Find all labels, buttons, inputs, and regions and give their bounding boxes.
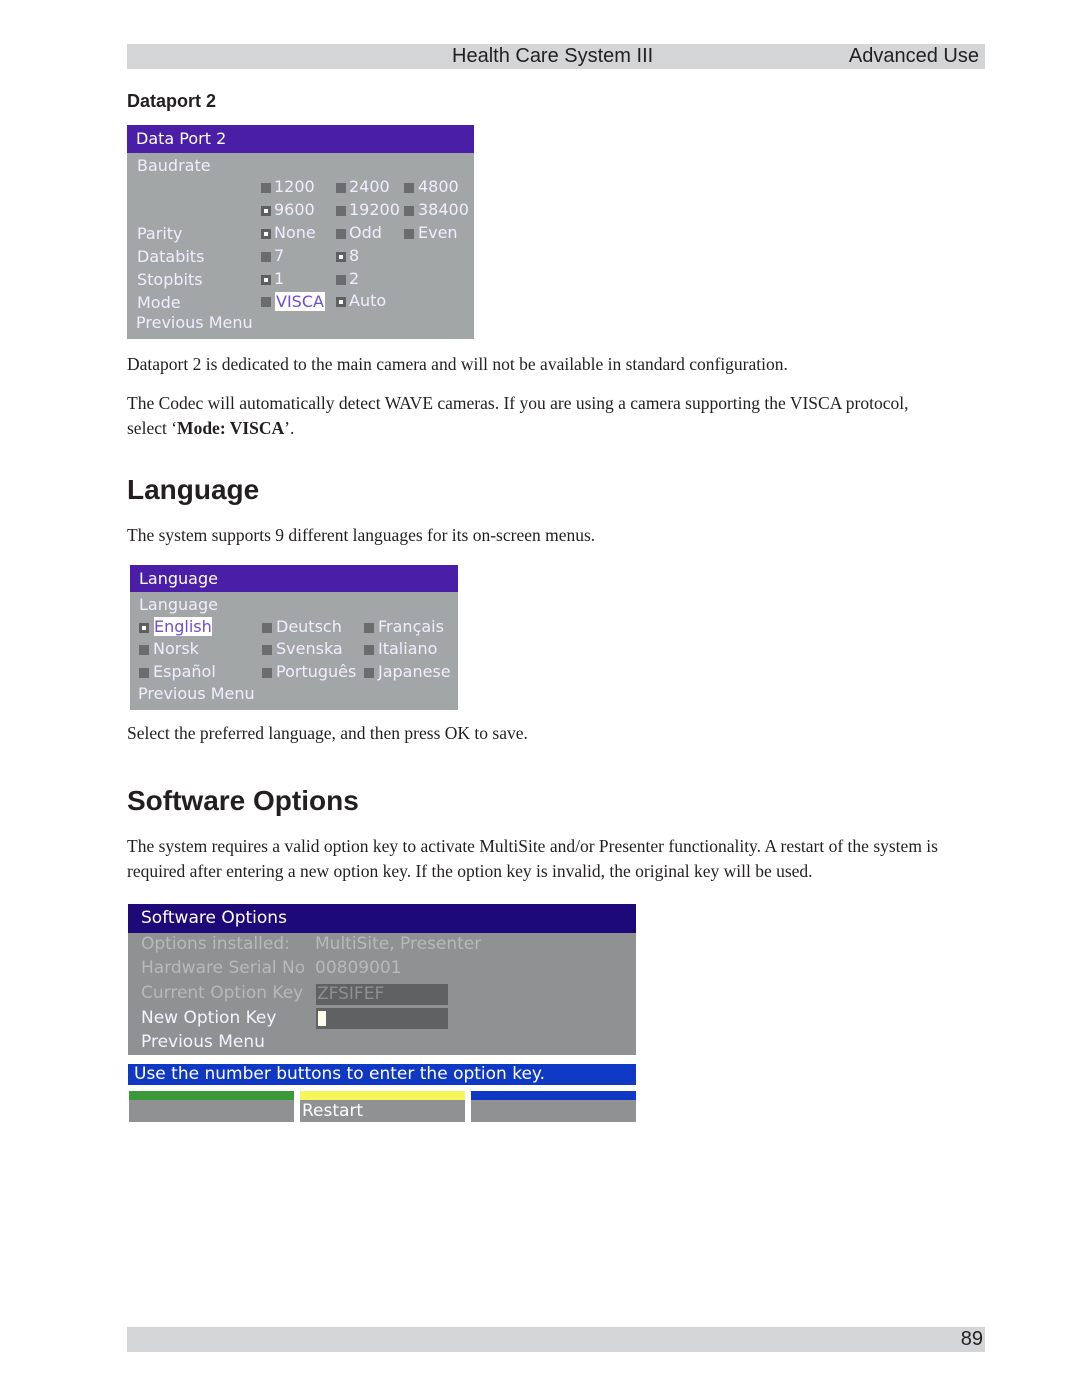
- dataport-menu: Data Port 2 Baudrate 1200 2400 4800 9600…: [127, 125, 474, 339]
- restart-button-label: Restart: [302, 1101, 364, 1121]
- checkbox-1200[interactable]: [261, 183, 271, 193]
- serial-value: 00809001: [315, 958, 402, 978]
- option-8[interactable]: 8: [349, 246, 359, 265]
- previous-menu[interactable]: Previous Menu: [141, 1032, 265, 1052]
- option-english-highlighted[interactable]: English: [154, 617, 212, 636]
- blue-color-bar: [471, 1091, 636, 1100]
- current-key-value: ZFSIFEF: [317, 984, 385, 1004]
- current-key-label: Current Option Key: [141, 983, 304, 1003]
- option-odd[interactable]: Odd: [349, 223, 382, 242]
- checkbox-deutsch[interactable]: [262, 623, 272, 633]
- checkbox-2400[interactable]: [336, 183, 346, 193]
- option-38400[interactable]: 38400: [418, 200, 469, 219]
- dataport-paragraph-1: Dataport 2 is dedicated to the main came…: [127, 354, 788, 374]
- page-header: Health Care System III Advanced Use: [127, 44, 985, 69]
- checkbox-none-selected[interactable]: [261, 229, 271, 239]
- current-key-field: ZFSIFEF: [316, 984, 448, 1005]
- yellow-color-bar: [300, 1091, 465, 1100]
- parity-label: Parity: [137, 224, 183, 243]
- option-auto[interactable]: Auto: [349, 291, 386, 310]
- checkbox-38400[interactable]: [404, 206, 414, 216]
- checkbox-espanol[interactable]: [139, 668, 149, 678]
- checkbox-portugues[interactable]: [262, 668, 272, 678]
- options-installed-label: Options installed:: [141, 934, 290, 954]
- serial-label: Hardware Serial No: [141, 958, 306, 978]
- new-key-input[interactable]: [316, 1008, 448, 1029]
- checkbox-1-selected[interactable]: [261, 275, 271, 285]
- text-cursor: [318, 1011, 326, 1026]
- language-label: Language: [139, 595, 218, 614]
- paragraph-text-end: ’.: [284, 418, 295, 438]
- menu-title: Language: [130, 565, 458, 592]
- software-options-heading: Software Options: [127, 785, 359, 816]
- option-1[interactable]: 1: [274, 269, 284, 288]
- menu-title: Data Port 2: [127, 125, 474, 153]
- option-7[interactable]: 7: [274, 246, 284, 265]
- language-intro: The system supports 9 different language…: [127, 525, 596, 545]
- language-heading: Language: [127, 474, 260, 505]
- checkbox-norsk[interactable]: [139, 645, 149, 655]
- stopbits-label: Stopbits: [137, 270, 203, 289]
- menu-title: Software Options: [128, 904, 636, 933]
- new-key-label: New Option Key: [141, 1008, 277, 1028]
- dataport-paragraph-2: The Codec will automatically detect WAVE…: [127, 391, 947, 441]
- option-portugues[interactable]: Português: [276, 662, 356, 681]
- option-norsk[interactable]: Norsk: [153, 639, 199, 658]
- checkbox-9600-selected[interactable]: [261, 206, 271, 216]
- option-deutsch[interactable]: Deutsch: [276, 617, 342, 636]
- dataport-subheading: Dataport 2: [127, 91, 217, 111]
- checkbox-auto-selected[interactable]: [336, 297, 346, 307]
- option-espanol[interactable]: Español: [153, 662, 216, 681]
- status-message: Use the number buttons to enter the opti…: [128, 1064, 636, 1085]
- checkbox-japanese[interactable]: [364, 668, 374, 678]
- checkbox-italiano[interactable]: [364, 645, 374, 655]
- option-19200[interactable]: 19200: [349, 200, 400, 219]
- previous-menu[interactable]: Previous Menu: [138, 684, 255, 703]
- checkbox-svenska[interactable]: [262, 645, 272, 655]
- option-even[interactable]: Even: [418, 223, 458, 242]
- blue-function-button[interactable]: [471, 1091, 636, 1122]
- option-2[interactable]: 2: [349, 269, 359, 288]
- option-2400[interactable]: 2400: [349, 177, 390, 196]
- checkbox-odd[interactable]: [336, 229, 346, 239]
- option-9600[interactable]: 9600: [274, 200, 315, 219]
- mode-visca-emphasis: Mode: VISCA: [177, 418, 285, 438]
- option-japanese[interactable]: Japanese: [378, 662, 451, 681]
- green-color-bar: [129, 1091, 294, 1100]
- previous-menu[interactable]: Previous Menu: [136, 313, 253, 332]
- checkbox-8-selected[interactable]: [336, 252, 346, 262]
- software-options-menu: Software Options Options installed: Mult…: [128, 904, 636, 1055]
- checkbox-19200[interactable]: [336, 206, 346, 216]
- language-menu: Language Language English Deutsch França…: [130, 565, 458, 710]
- mode-label: Mode: [137, 293, 181, 312]
- green-function-button[interactable]: [129, 1091, 294, 1122]
- document-title: Health Care System III: [452, 45, 654, 67]
- section-title: Advanced Use: [848, 45, 979, 67]
- option-1200[interactable]: 1200: [274, 177, 315, 196]
- option-4800[interactable]: 4800: [418, 177, 459, 196]
- restart-button[interactable]: Restart: [300, 1091, 465, 1122]
- option-visca-highlighted[interactable]: VISCA: [275, 292, 325, 311]
- checkbox-even[interactable]: [404, 229, 414, 239]
- checkbox-4800[interactable]: [404, 183, 414, 193]
- page-number: 89: [960, 1328, 983, 1350]
- option-francais[interactable]: Français: [378, 617, 444, 636]
- option-svenska[interactable]: Svenska: [276, 639, 343, 658]
- checkbox-visca[interactable]: [261, 297, 271, 307]
- checkbox-english-selected[interactable]: [139, 623, 149, 633]
- checkbox-francais[interactable]: [364, 623, 374, 633]
- baudrate-label: Baudrate: [137, 156, 211, 175]
- language-instruction: Select the preferred language, and then …: [127, 723, 528, 743]
- option-none[interactable]: None: [274, 223, 316, 242]
- option-italiano[interactable]: Italiano: [378, 639, 437, 658]
- checkbox-7[interactable]: [261, 252, 271, 262]
- software-options-intro: The system requires a valid option key t…: [127, 836, 938, 881]
- page-footer: 89: [127, 1327, 985, 1352]
- options-installed-value: MultiSite, Presenter: [315, 934, 482, 954]
- databits-label: Databits: [137, 247, 205, 266]
- checkbox-2[interactable]: [336, 275, 346, 285]
